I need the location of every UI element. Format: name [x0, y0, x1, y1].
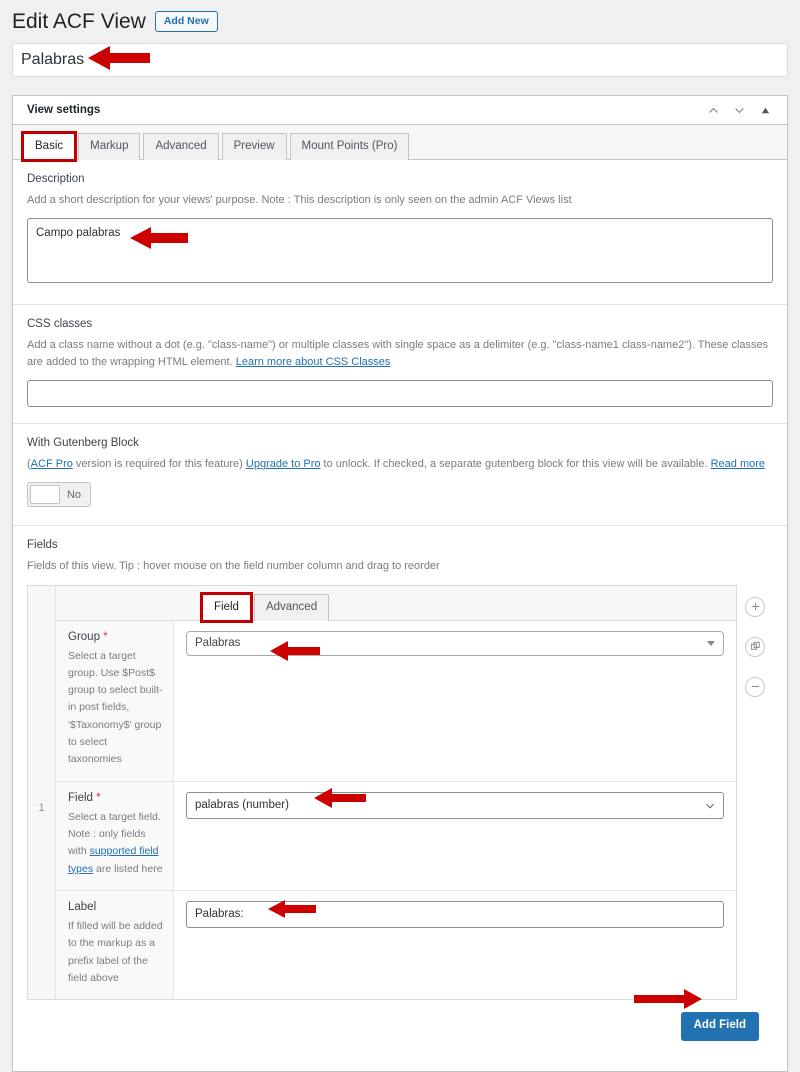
fields-repeater-wrap: 1 Field Advanced Group * Select a target — [27, 584, 773, 1001]
toggle-state-label: No — [66, 488, 82, 501]
read-more-link[interactable]: Read more — [711, 458, 765, 470]
tab-basic[interactable]: Basic — [20, 131, 78, 163]
duplicate-icon[interactable] — [745, 636, 765, 657]
toggle-panel-icon[interactable] — [757, 102, 773, 118]
description-section: Description Add a short description for … — [13, 160, 787, 306]
chevron-down-icon — [704, 800, 716, 815]
field-row-field: Field * Select a target field. Note : on… — [56, 781, 736, 891]
group-title-text: Group — [68, 630, 100, 643]
add-field-button[interactable]: Add Field — [680, 1012, 759, 1042]
gutenberg-help-mid1: version is required for this feature) — [72, 458, 246, 471]
field-select-value: palabras (number) — [195, 799, 289, 812]
tab-markup[interactable]: Markup — [78, 133, 141, 161]
field-tabbar: Field Advanced — [56, 585, 736, 623]
tab-advanced[interactable]: Advanced — [143, 133, 219, 161]
field-title-text: Field — [68, 791, 93, 804]
field-title: Field * — [68, 792, 163, 804]
field-tab-advanced[interactable]: Advanced — [253, 593, 330, 621]
fields-repeater: 1 Field Advanced Group * Select a target — [27, 584, 737, 1001]
description-textarea[interactable]: Campo palabras — [27, 218, 773, 284]
add-field-bar: Add Field — [27, 1000, 773, 1055]
caret-down-icon — [707, 641, 715, 647]
view-title-input[interactable] — [12, 43, 788, 78]
upgrade-to-pro-link[interactable]: Upgrade to Pro — [246, 458, 321, 470]
field-tab-field[interactable]: Field — [200, 591, 253, 623]
group-select[interactable]: Palabras — [186, 630, 724, 656]
page-header: Edit ACF View Add New — [0, 0, 800, 39]
group-help: Select a target group. Use $Post$ group … — [68, 649, 163, 766]
label-input[interactable] — [186, 900, 724, 928]
field-help: Select a target field. Note : only field… — [68, 809, 163, 878]
field-row-number: 1 — [38, 801, 45, 814]
field-select[interactable]: palabras (number) — [186, 791, 724, 819]
plus-circle-icon[interactable] — [745, 596, 765, 617]
group-label-cell: Group * Select a target group. Use $Post… — [56, 620, 174, 781]
postbox-actions — [705, 102, 777, 118]
field-number-column[interactable]: 1 — [28, 585, 56, 1000]
minus-circle-icon[interactable] — [745, 676, 765, 697]
settings-tabbar: Basic Markup Advanced Preview Mount Poin… — [13, 125, 787, 163]
label-title: Label — [68, 901, 163, 913]
label-control-cell — [174, 891, 736, 999]
description-label: Description — [27, 173, 85, 186]
css-classes-label: CSS classes — [27, 318, 93, 331]
fields-help: Fields of this view. Tip : hover mouse o… — [27, 560, 440, 573]
page-title: Edit ACF View — [12, 10, 146, 33]
field-row-group: Group * Select a target group. Use $Post… — [56, 620, 736, 782]
postbox-header: View settings — [13, 96, 787, 126]
chevron-up-icon[interactable] — [705, 102, 721, 118]
group-title: Group * — [68, 631, 163, 643]
css-classes-help-text: Add a class name without a dot (e.g. "cl… — [27, 339, 769, 369]
postbox-title: View settings — [27, 104, 101, 117]
field-row-body: Field Advanced Group * Select a target g… — [56, 585, 736, 1000]
gutenberg-label: With Gutenberg Block — [27, 437, 139, 450]
gutenberg-toggle[interactable]: No — [27, 482, 91, 508]
gutenberg-block-section: With Gutenberg Block (ACF Pro version is… — [13, 424, 787, 527]
label-label-cell: Label If filled will be added to the mar… — [56, 890, 174, 1000]
field-row-label: Label If filled will be added to the mar… — [56, 890, 736, 1000]
tab-mount-points[interactable]: Mount Points (Pro) — [289, 133, 410, 161]
view-settings-postbox: View settings Basic Markup Advanced Prev… — [12, 95, 788, 1072]
css-classes-section: CSS classes Add a class name without a d… — [13, 305, 787, 425]
toggle-knob — [30, 485, 60, 505]
post-title-wrap — [0, 39, 800, 78]
css-classes-help: Add a class name without a dot (e.g. "cl… — [27, 337, 773, 371]
add-new-button[interactable]: Add New — [154, 10, 218, 33]
group-select-value: Palabras — [195, 637, 241, 650]
field-control-cell: palabras (number) — [174, 782, 736, 890]
field-label-cell: Field * Select a target field. Note : on… — [56, 781, 174, 890]
group-control-cell: Palabras — [174, 621, 736, 781]
field-required-marker: * — [96, 791, 101, 804]
tab-preview[interactable]: Preview — [221, 133, 287, 161]
fields-section: Fields Fields of this view. Tip : hover … — [13, 526, 787, 1071]
fields-label: Fields — [27, 539, 58, 552]
css-classes-help-link[interactable]: Learn more about CSS Classes — [236, 356, 391, 368]
repeater-side-actions — [737, 585, 773, 1001]
gutenberg-help-mid2: to unlock. If checked, a separate gutenb… — [320, 458, 711, 471]
group-required-marker: * — [103, 630, 108, 643]
gutenberg-help: (ACF Pro version is required for this fe… — [27, 456, 773, 473]
label-help: If filled will be added to the markup as… — [68, 919, 163, 984]
description-help: Add a short description for your views' … — [27, 194, 572, 207]
field-help-post: are listed here — [93, 862, 163, 875]
label-title-text: Label — [68, 900, 97, 913]
chevron-down-icon[interactable] — [731, 102, 747, 118]
acf-pro-link[interactable]: ACF Pro — [31, 458, 73, 470]
css-classes-input[interactable] — [27, 380, 773, 408]
